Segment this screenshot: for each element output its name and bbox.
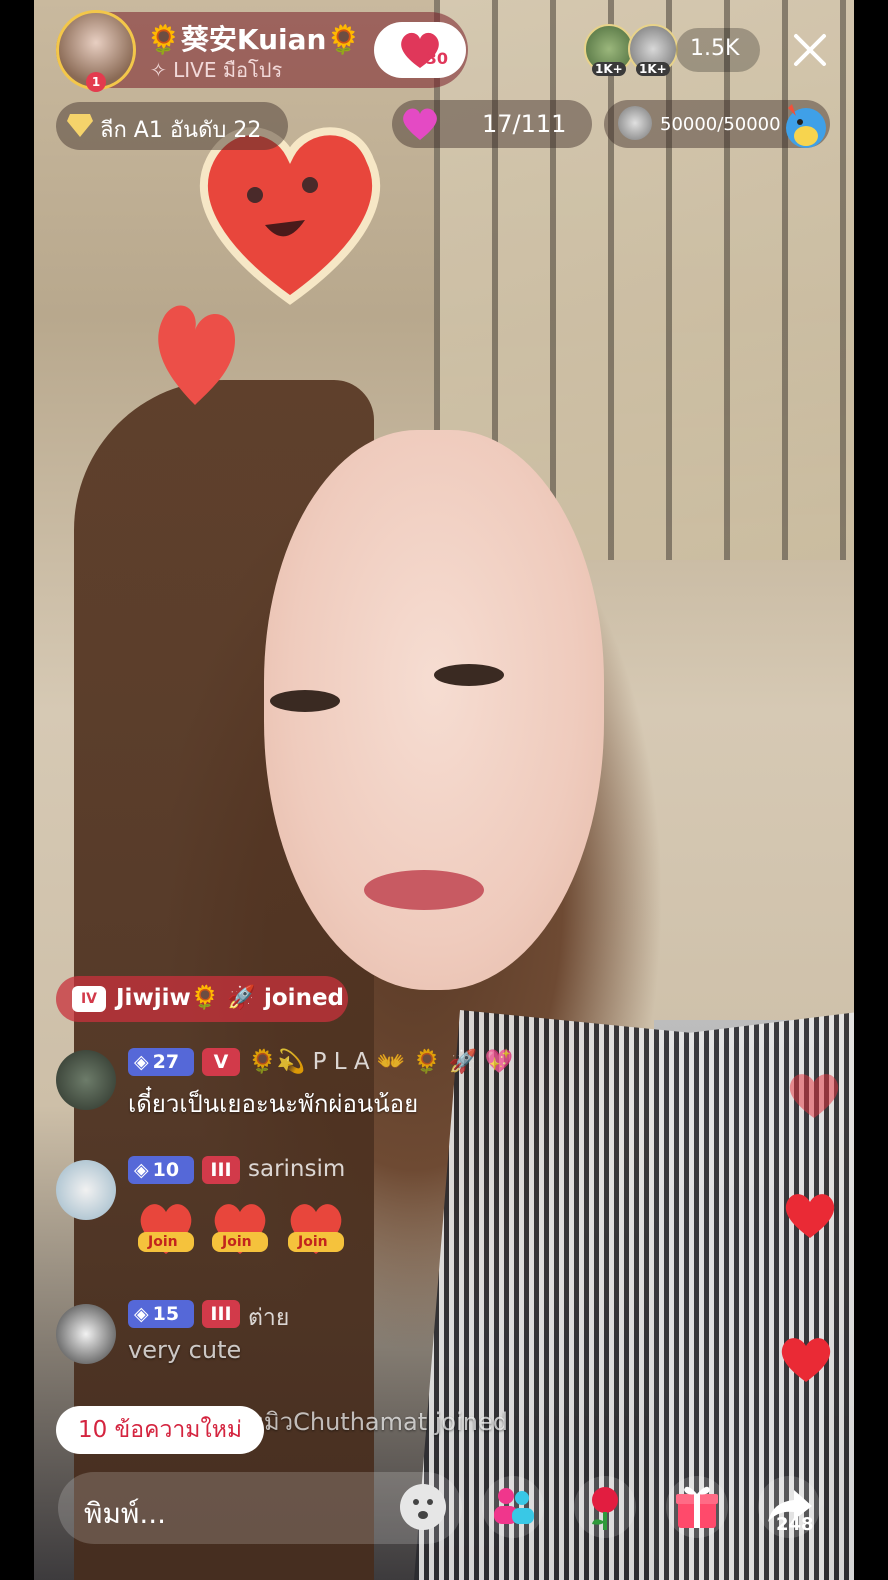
fan-level-badge: IV [72, 986, 106, 1012]
join-sticker-label: Join [148, 1234, 178, 1250]
viewer-badge: 1K+ [592, 62, 626, 76]
chat-joined-message: หมิวChuthamat joined [248, 1408, 508, 1436]
chat-username[interactable]: ต่าย [248, 1300, 289, 1336]
close-icon[interactable] [790, 30, 830, 70]
chat-username[interactable]: sarinsim [248, 1156, 345, 1182]
gem-level-badge: ◈ 10 [128, 1156, 194, 1184]
host-name: 🌻葵安Kuian🌻 [146, 23, 362, 56]
target-avatar [618, 106, 652, 140]
gem-level: 27 [152, 1051, 180, 1073]
gem-icon: ◈ [134, 1303, 149, 1325]
share-count: 248 [776, 1514, 814, 1535]
floating-heart-icon [781, 1338, 831, 1382]
join-sticker-label: Join [298, 1234, 328, 1250]
top-viewer-avatar[interactable]: 1K+ [584, 24, 634, 76]
emoji-icon[interactable] [400, 1484, 446, 1530]
gem-level-badge: ◈ 27 [128, 1048, 194, 1076]
chat-avatar[interactable] [56, 1304, 116, 1364]
viewer-count: 1.5K [690, 36, 740, 61]
background-lips [364, 870, 484, 910]
chat-avatar[interactable] [56, 1160, 116, 1220]
goal-progress: 17/111 [482, 110, 567, 138]
gem-level: 10 [152, 1159, 180, 1181]
chat-username[interactable]: 🌻💫 P L A 👐 🌻 🚀 💖 [248, 1048, 513, 1075]
gem-icon: ◈ [134, 1051, 149, 1073]
guests-button[interactable] [482, 1476, 544, 1538]
fan-level-badge: III [202, 1156, 240, 1184]
host-subtitle: ✧ LIVE มือโปร [150, 58, 283, 82]
background-eye [434, 664, 504, 686]
joined-banner-text: Jiwjiw🌻 🚀 joined [116, 985, 345, 1011]
heart-sticker-icon [158, 305, 235, 405]
comment-placeholder: พิมพ์... [84, 1497, 167, 1530]
join-sticker: Join [284, 1196, 348, 1258]
chat-message: เดี๋ยวเป็นเยอะนะพักผ่อนน้อย [128, 1090, 419, 1118]
viewer-badge: 1K+ [636, 62, 670, 76]
heart-gift-icon [403, 108, 437, 140]
diamond-icon [67, 114, 93, 137]
background-eye [270, 690, 340, 712]
rose-icon [592, 1487, 618, 1530]
league-rank: ลีก A1 อันดับ 22 [100, 118, 262, 143]
gem-level: 15 [152, 1303, 180, 1325]
gift-box-icon [676, 1486, 718, 1528]
chat-avatar[interactable] [56, 1050, 116, 1110]
join-sticker: Join [134, 1196, 198, 1258]
follow-count: 30 [425, 49, 448, 68]
fan-level-badge: V [202, 1048, 240, 1076]
people-icon [494, 1488, 534, 1524]
host-rank-badge: 1 [86, 72, 106, 92]
rose-gift-button[interactable] [574, 1476, 636, 1538]
dino-mascot-icon [786, 104, 826, 148]
floating-heart-icon [789, 1074, 839, 1118]
new-messages-button[interactable]: 10 ข้อความใหม่ [56, 1406, 264, 1454]
join-sticker-label: Join [222, 1234, 252, 1250]
follow-button[interactable]: 30 [374, 22, 466, 78]
join-sticker: Join [208, 1196, 272, 1258]
chat-message: very cute [128, 1336, 242, 1364]
top-viewer-avatar[interactable]: 1K+ [628, 24, 678, 76]
fan-level-badge: III [202, 1300, 240, 1328]
gem-icon: ◈ [134, 1159, 149, 1181]
target-progress: 50000/50000 [660, 114, 781, 135]
gem-level-badge: ◈ 15 [128, 1300, 194, 1328]
floating-heart-icon [785, 1194, 835, 1238]
gift-button[interactable] [666, 1476, 728, 1538]
